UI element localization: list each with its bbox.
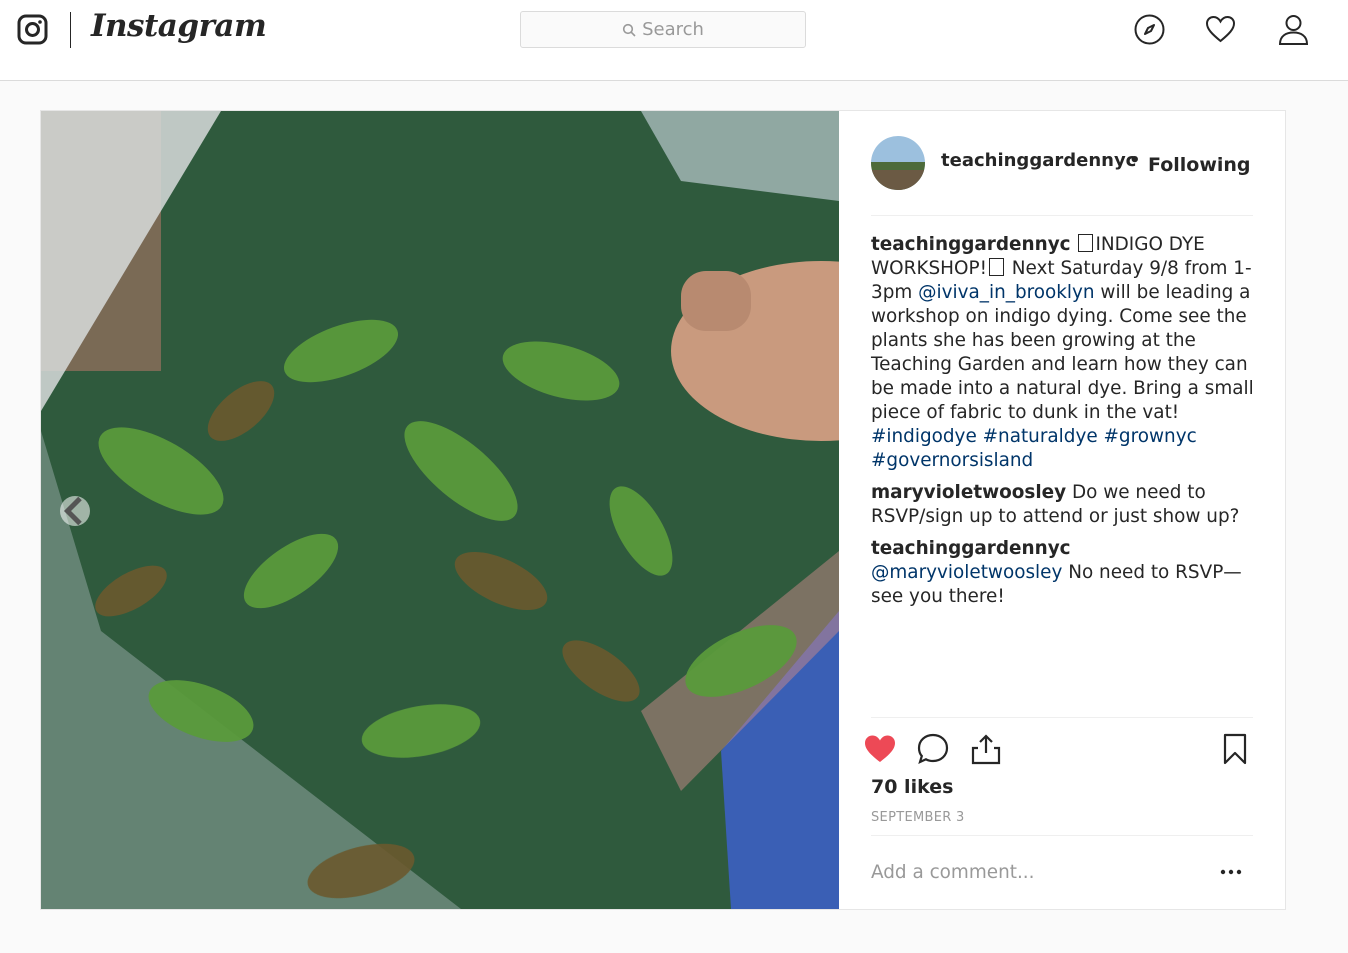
heart-filled-icon[interactable] [863, 732, 897, 766]
comment-link[interactable]: #naturaldye [983, 426, 1098, 447]
carousel-prev-button[interactable] [60, 496, 90, 526]
comment-link[interactable]: #indigodye [871, 426, 977, 447]
comment-username[interactable]: teachinggardennyc [871, 538, 1071, 559]
comment-icon[interactable] [916, 732, 950, 766]
logo-divider [70, 12, 71, 48]
author-username[interactable]: teachinggardennyc [941, 150, 1136, 171]
search-placeholder: Search [642, 19, 704, 40]
comment-link[interactable]: #governorsisland [871, 450, 1033, 471]
chevron-left-icon [63, 496, 82, 526]
follow-separator: • [1129, 150, 1141, 171]
instagram-glyph-icon[interactable] [17, 14, 48, 45]
comment-link[interactable]: @maryvioletwoosley [871, 562, 1062, 583]
heart-icon[interactable] [1204, 13, 1237, 46]
more-options-icon[interactable] [1219, 866, 1243, 878]
post-card: teachinggardennyc • Following teachingga… [40, 110, 1286, 910]
bookmark-icon[interactable] [1218, 732, 1252, 766]
comment-text: will be leading a workshop on indigo dyi… [871, 282, 1254, 423]
comment-link[interactable]: #grownyc [1104, 426, 1197, 447]
comment-item: teachinggardennyc INDIGO DYE WORKSHOP! N… [871, 233, 1261, 473]
compass-icon[interactable] [1133, 13, 1166, 46]
missing-glyph-icon [1078, 234, 1094, 252]
post-photo [41, 111, 839, 909]
person-icon[interactable] [1277, 13, 1310, 46]
indigo-leaves-photo [41, 111, 839, 909]
top-nav: Instagram Search [0, 0, 1348, 81]
missing-glyph-icon [988, 258, 1004, 276]
comment-item: maryvioletwoosley Do we need to RSVP/sig… [871, 481, 1261, 529]
comment-link[interactable]: @iviva_in_brooklyn [918, 282, 1094, 303]
likes-count[interactable]: 70 likes [871, 776, 953, 798]
share-icon[interactable] [969, 732, 1003, 766]
post-header: teachinggardennyc • Following [871, 136, 1253, 216]
search-icon [622, 23, 636, 37]
instagram-wordmark[interactable]: Instagram [91, 8, 267, 44]
search-input[interactable]: Search [520, 11, 806, 48]
add-comment-bar: Add a comment... [871, 835, 1253, 909]
comment-username[interactable]: maryvioletwoosley [871, 482, 1066, 503]
post-actions: 70 likes SEPTEMBER 3 [865, 717, 1253, 835]
following-button[interactable]: Following [1148, 154, 1251, 176]
post-date[interactable]: SEPTEMBER 3 [871, 810, 965, 825]
avatar[interactable] [871, 136, 925, 190]
add-comment-input[interactable]: Add a comment... [871, 862, 1034, 883]
comment-list: teachinggardennyc INDIGO DYE WORKSHOP! N… [871, 233, 1261, 617]
post-sidebar: teachinggardennyc • Following teachingga… [839, 111, 1285, 909]
comment-item: teachinggardennyc @maryvioletwoosley No … [871, 537, 1261, 609]
comment-username[interactable]: teachinggardennyc [871, 234, 1071, 255]
